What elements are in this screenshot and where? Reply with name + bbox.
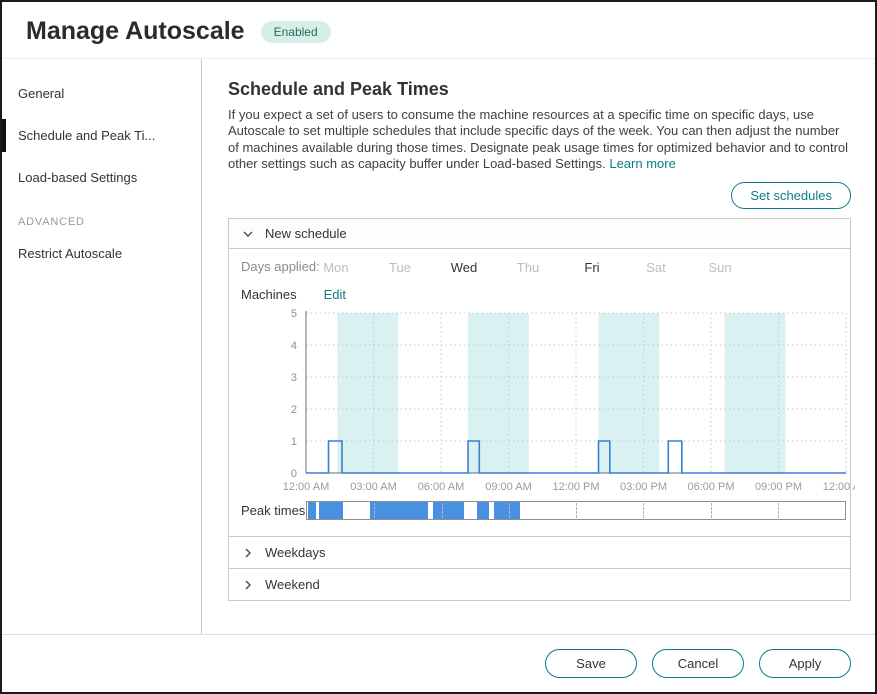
peak-bar-separator — [509, 503, 510, 518]
peak-times-row: Peak times — [233, 501, 846, 520]
machines-row: Machines Edit — [241, 287, 846, 302]
sidebar-item-general[interactable]: General — [2, 75, 201, 112]
section-title: Schedule and Peak Times — [228, 79, 851, 100]
svg-text:12:00 PM: 12:00 PM — [552, 481, 599, 493]
weekdays-accordion-header[interactable]: Weekdays — [229, 536, 850, 568]
schedules-panel: New schedule Days applied: MonTueWedThuF… — [228, 218, 851, 601]
svg-text:4: 4 — [291, 340, 297, 352]
day-mon: Mon — [323, 260, 348, 275]
sidebar: General Schedule and Peak Ti... Load-bas… — [2, 59, 202, 634]
description-text: If you expect a set of users to consume … — [228, 107, 848, 171]
svg-text:1: 1 — [291, 436, 297, 448]
chevron-right-icon — [243, 580, 253, 590]
peak-bar-separator — [643, 503, 644, 518]
peak-bar-separator — [374, 503, 375, 518]
sidebar-item-restrict-autoscale[interactable]: Restrict Autoscale — [2, 235, 201, 272]
header: Manage Autoscale Enabled — [2, 2, 875, 58]
peak-time-segment[interactable] — [370, 502, 428, 519]
day-wed: Wed — [451, 260, 478, 275]
svg-text:09:00 AM: 09:00 AM — [485, 481, 531, 493]
svg-text:12:00 AM: 12:00 AM — [823, 481, 855, 493]
new-schedule-label: New schedule — [265, 226, 347, 241]
machines-label: Machines — [241, 287, 297, 302]
apply-button[interactable]: Apply — [759, 649, 851, 678]
svg-text:5: 5 — [291, 308, 297, 320]
peak-bar-separator — [711, 503, 712, 518]
status-badge: Enabled — [261, 21, 331, 43]
sidebar-item-schedule-and-peak-times[interactable]: Schedule and Peak Ti... — [2, 117, 201, 154]
sidebar-section-advanced: ADVANCED — [2, 201, 201, 235]
svg-text:0: 0 — [291, 468, 297, 480]
cancel-button[interactable]: Cancel — [652, 649, 744, 678]
peak-time-segment[interactable] — [494, 502, 520, 519]
day-thu: Thu — [517, 260, 539, 275]
peak-time-segment[interactable] — [319, 502, 343, 519]
peak-times-bar[interactable] — [306, 501, 846, 520]
svg-text:06:00 PM: 06:00 PM — [687, 481, 734, 493]
peak-bar-separator — [778, 503, 779, 518]
svg-text:2: 2 — [291, 404, 297, 416]
save-button[interactable]: Save — [545, 649, 637, 678]
weekend-accordion-header[interactable]: Weekend — [229, 568, 850, 600]
machines-chart: 0 1 2 3 4 5 12:00 AM 03:00 AM 06:00 AM 09:00 AM 12… — [233, 306, 855, 496]
new-schedule-content: Days applied: MonTueWedThuFriSatSun Mach… — [229, 249, 850, 536]
svg-text:03:00 PM: 03:00 PM — [620, 481, 667, 493]
svg-text:3: 3 — [291, 372, 297, 384]
peak-bar-separator — [576, 503, 577, 518]
svg-text:12:00 AM: 12:00 AM — [283, 481, 329, 493]
description: If you expect a set of users to consume … — [228, 107, 851, 172]
day-sun: Sun — [708, 260, 731, 275]
peak-time-segment[interactable] — [308, 502, 316, 519]
edit-machines-link[interactable]: Edit — [324, 287, 346, 302]
day-tue: Tue — [389, 260, 411, 275]
weekdays-label: Weekdays — [265, 545, 325, 560]
day-fri: Fri — [584, 260, 599, 275]
svg-text:03:00 AM: 03:00 AM — [350, 481, 396, 493]
peak-time-segment[interactable] — [477, 502, 488, 519]
chevron-right-icon — [243, 548, 253, 558]
sidebar-item-load-based-settings[interactable]: Load-based Settings — [2, 159, 201, 196]
footer: Save Cancel Apply — [2, 634, 875, 692]
new-schedule-accordion-header[interactable]: New schedule — [229, 219, 850, 249]
peak-times-label: Peak times — [241, 503, 306, 518]
chevron-down-icon — [243, 229, 253, 239]
set-schedules-button[interactable]: Set schedules — [731, 182, 851, 209]
page-title: Manage Autoscale — [26, 17, 245, 46]
learn-more-link[interactable]: Learn more — [609, 156, 675, 171]
days-applied-row: Days applied: MonTueWedThuFriSatSun — [233, 259, 846, 279]
peak-bar-separator — [442, 503, 443, 518]
days-container: Mon Tue Wed Thu Fri Sat Sun — [233, 259, 846, 279]
main-content: Schedule and Peak Times If you expect a … — [202, 59, 875, 634]
manage-autoscale-window: Manage Autoscale Enabled General Schedul… — [0, 0, 877, 694]
svg-text:09:00 PM: 09:00 PM — [755, 481, 802, 493]
svg-text:06:00 AM: 06:00 AM — [418, 481, 464, 493]
weekend-label: Weekend — [265, 577, 320, 592]
peak-time-segment[interactable] — [433, 502, 464, 519]
day-sat: Sat — [646, 260, 666, 275]
